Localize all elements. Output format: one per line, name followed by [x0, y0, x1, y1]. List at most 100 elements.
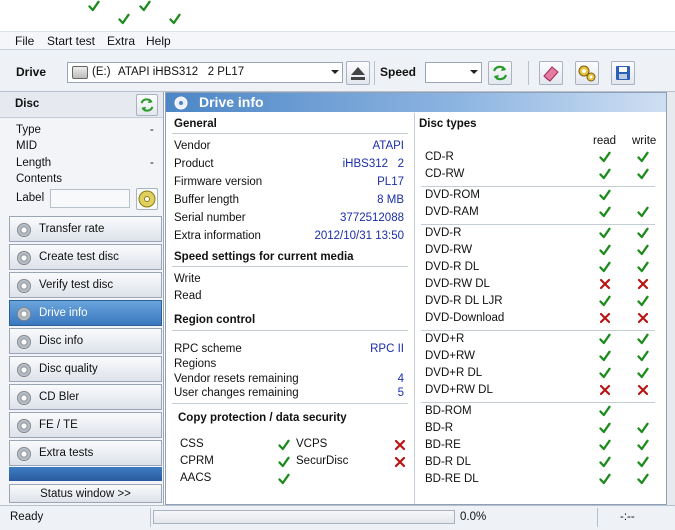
rpc-value: RPC II — [370, 343, 404, 355]
disc-refresh-button[interactable] — [136, 94, 158, 116]
disc-title: Disc — [15, 98, 40, 110]
eject-icon — [351, 67, 365, 80]
user-changes-value: 5 — [397, 387, 404, 399]
disc-type-name: DVD+RW — [425, 350, 475, 362]
disc-icon — [17, 279, 31, 293]
disc-type-name: DVD+R DL — [425, 367, 483, 379]
settings-button[interactable] — [575, 61, 599, 85]
check-icon — [637, 206, 649, 218]
cross-icon — [637, 384, 649, 396]
disc-icon — [17, 391, 31, 405]
copy-protection-label: CPRM — [180, 455, 214, 467]
disc-type-name: CD-RW — [425, 168, 465, 180]
nav-create-test-disc[interactable]: Create test disc — [9, 244, 162, 270]
disc-type-name: DVD-RW — [425, 244, 473, 256]
progress-text: 0.0% — [460, 511, 487, 523]
vendor-value: ATAPI — [372, 140, 404, 152]
check-icon — [599, 333, 611, 345]
divider — [172, 133, 408, 134]
disc-type-name: DVD-ROM — [425, 189, 480, 201]
menu-extra[interactable]: Extra — [107, 34, 135, 48]
check-icon — [599, 244, 611, 256]
disc-type-name: BD-R DL — [425, 456, 472, 468]
firmware-label: Firmware version — [174, 176, 263, 188]
nav-cd-bler[interactable]: CD Bler — [9, 384, 162, 410]
refresh-speed-button[interactable] — [488, 61, 512, 85]
floppy-icon — [616, 66, 630, 80]
nav-verify-test-disc[interactable]: Verify test disc — [9, 272, 162, 298]
drive-info-panel: Drive info General Vendor ATAPI Product … — [165, 92, 667, 505]
rpc-label: RPC scheme — [174, 343, 242, 355]
write-speed-label: Write — [174, 273, 201, 285]
status-window-button[interactable]: Status window >> — [9, 484, 162, 503]
check-icon — [599, 151, 611, 163]
drive-label: Drive — [16, 65, 47, 79]
region-title: Region control — [174, 314, 256, 326]
disc-label-button[interactable] — [136, 188, 158, 210]
nav-drive-info[interactable]: Drive info — [9, 300, 162, 326]
menu-file[interactable]: File — [15, 34, 34, 48]
nav-disc-info[interactable]: Disc info — [9, 328, 162, 354]
check-icon — [599, 367, 611, 379]
drive-letter: (E:) — [92, 66, 111, 78]
eraser-icon — [543, 66, 559, 82]
disc-type-value: - — [150, 124, 154, 136]
nav-label: Drive info — [39, 307, 88, 319]
nav-disc-quality[interactable]: Disc quality — [9, 356, 162, 382]
disc-mid-label: MID — [16, 140, 38, 152]
nav-label: Transfer rate — [39, 223, 105, 235]
nav-transfer-rate[interactable]: Transfer rate — [9, 216, 162, 242]
menu-help[interactable]: Help — [146, 34, 171, 48]
user-changes-label: User changes remaining — [174, 387, 299, 399]
drive-name: ATAPI iHBS312 2 PL17 — [118, 66, 245, 78]
vendor-resets-label: Vendor resets remaining — [174, 373, 299, 385]
check-icon — [599, 295, 611, 307]
speed-select[interactable] — [425, 62, 482, 83]
check-icon — [599, 227, 611, 239]
disc-type-name: DVD-RAM — [425, 206, 479, 218]
erase-button[interactable] — [539, 61, 563, 85]
firmware-value: PL17 — [377, 176, 404, 188]
check-icon — [637, 422, 649, 434]
refresh-icon — [140, 98, 154, 112]
status-text: Ready — [10, 511, 44, 523]
menu-start-test[interactable]: Start test — [47, 34, 95, 48]
disc-label-input[interactable] — [50, 189, 130, 208]
nav-label: CD Bler — [39, 391, 80, 403]
elapsed-time: -:-- — [620, 511, 635, 523]
column-divider — [414, 113, 415, 504]
disc-type-name: BD-R — [425, 422, 454, 434]
extra-info-value: 2012/10/31 13:50 — [314, 230, 404, 242]
drive-select[interactable]: (E:) ATAPI iHBS312 2 PL17 — [67, 62, 343, 83]
nav-fe-te[interactable]: FE / TE — [9, 412, 162, 438]
divider — [172, 403, 408, 404]
save-button[interactable] — [611, 61, 635, 85]
check-icon — [278, 456, 290, 468]
disc-type-name: DVD-Download — [425, 312, 505, 324]
disc-types-title: Disc types — [419, 118, 477, 130]
chevron-down-icon — [331, 70, 339, 74]
cross-icon — [599, 312, 611, 324]
check-icon — [599, 439, 611, 451]
cross-icon — [394, 439, 406, 451]
check-icon — [637, 367, 649, 379]
general-title: General — [174, 118, 217, 130]
cross-icon — [599, 278, 611, 290]
nav-extra-tests[interactable]: Extra tests — [9, 440, 162, 466]
disc-type-name: BD-RE DL — [425, 473, 479, 485]
disc-icon — [17, 251, 31, 265]
menu-bar: File Start test Extra Help — [0, 31, 675, 50]
disc-icon — [17, 223, 31, 237]
nav-label: Create test disc — [39, 251, 119, 263]
eject-button[interactable] — [346, 61, 370, 85]
disc-type-name: DVD-R DL LJR — [425, 295, 503, 307]
speed-settings-title: Speed settings for current media — [174, 251, 354, 263]
copy-protection-title: Copy protection / data security — [178, 412, 347, 424]
disc-type-name: DVD+R — [425, 333, 465, 345]
nav-scroll-strip — [9, 467, 162, 481]
check-icon — [637, 168, 649, 180]
divider — [150, 508, 151, 527]
divider — [597, 508, 598, 527]
check-icon — [88, 0, 100, 12]
scrollbar[interactable] — [667, 92, 675, 505]
